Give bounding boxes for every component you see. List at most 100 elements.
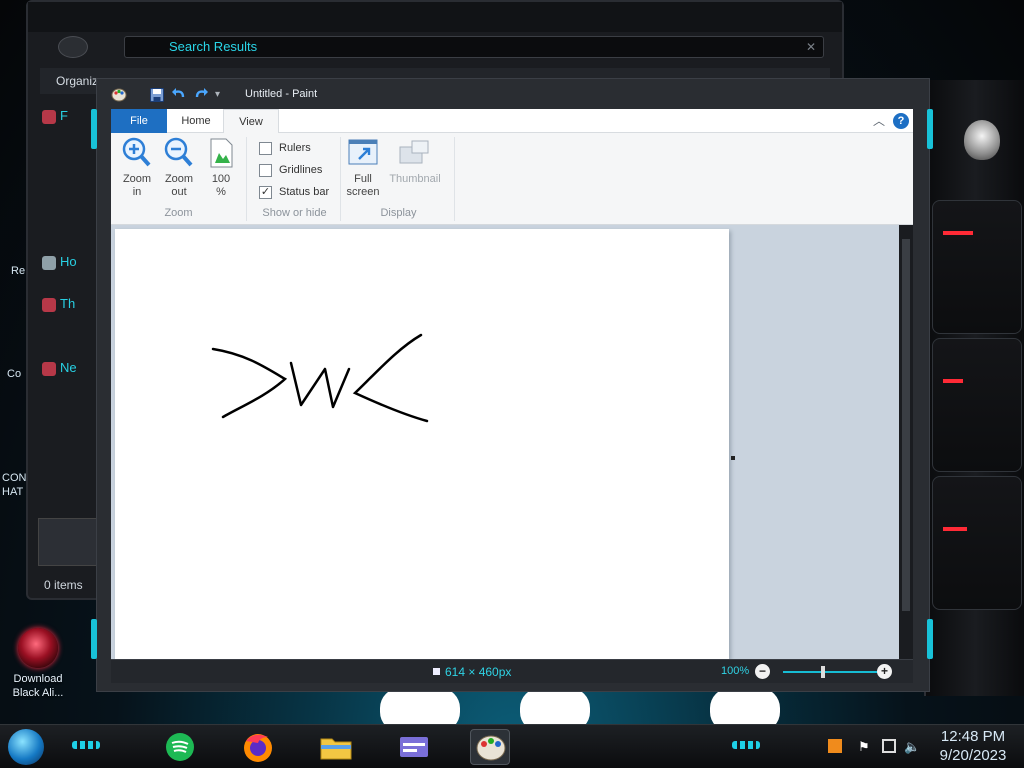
zoom-out-button[interactable]: Zoom out	[161, 137, 197, 199]
canvas-drawing	[211, 333, 429, 423]
gadget-bar	[943, 231, 973, 235]
full-screen-icon	[348, 139, 378, 165]
gridlines-label: Gridlines	[279, 164, 323, 176]
display-group: Full screen Thumbnail Display	[343, 137, 455, 221]
network-icon[interactable]	[882, 739, 896, 753]
drawing-canvas[interactable]	[115, 229, 729, 659]
explorer-back-button[interactable]	[58, 36, 88, 58]
magnifier-plus-icon	[122, 137, 151, 167]
show-hide-group: Rulers Gridlines ✓ Status bar Show or hi…	[249, 137, 341, 221]
help-icon[interactable]: ?	[893, 113, 909, 129]
taskbar-app-paint[interactable]	[470, 729, 510, 765]
tab-file[interactable]: File	[111, 109, 167, 133]
explorer-address-bar[interactable]: Search Results	[124, 36, 824, 58]
checkbox-box[interactable]	[259, 164, 272, 177]
freehand-stroke	[211, 347, 288, 419]
zoom-out-small-button[interactable]: −	[755, 664, 770, 679]
rulers-label: Rulers	[279, 142, 311, 154]
clock-date: 9/20/2023	[939, 747, 1007, 764]
explorer-title-bar[interactable]	[28, 2, 842, 32]
paint-workspace[interactable]	[111, 225, 913, 659]
zoom-slider[interactable]	[783, 671, 883, 673]
home-icon	[42, 256, 56, 270]
freehand-stroke	[352, 333, 429, 423]
checkmark-icon[interactable]: ✓	[259, 186, 272, 199]
freehand-stroke	[289, 361, 351, 409]
zoom-group-label: Zoom	[164, 207, 193, 219]
thumbnail-button[interactable]: Thumbnail	[383, 137, 447, 186]
paint-title-bar[interactable]: ▾ Untitled - Paint	[109, 83, 919, 107]
desktop-icon-download-alienware[interactable]: Download Black Ali...	[8, 628, 68, 700]
canvas-size-icon	[433, 668, 440, 675]
tab-view[interactable]: View	[223, 109, 279, 133]
collapse-ribbon-icon[interactable]: ︿	[873, 112, 885, 129]
desktop-icon-label: Download	[13, 673, 63, 685]
taskbar-app-firefox[interactable]	[238, 729, 278, 765]
zoom-out-label: Zoom	[164, 173, 194, 185]
full-screen-label: Full	[354, 173, 372, 185]
alien-head-icon	[964, 120, 1000, 160]
paint-palette-icon	[111, 88, 127, 102]
gadget-card-network	[932, 476, 1022, 610]
taskbar-app-file-explorer[interactable]	[316, 729, 356, 765]
tray-app-icon[interactable]	[828, 739, 842, 753]
undo-arrow-icon[interactable]	[171, 87, 187, 103]
taskbar-app-generic[interactable]	[394, 729, 434, 765]
page-icon	[210, 138, 233, 168]
magnifier-minus-icon	[164, 137, 193, 167]
window-frame-accent	[927, 619, 933, 659]
full-screen-label: screen	[346, 186, 380, 198]
taskbar-app-spotify[interactable]	[160, 729, 200, 765]
zoom-slider-thumb[interactable]	[821, 666, 825, 678]
zoom-in-button[interactable]: Zoom in	[119, 137, 155, 199]
desktop-edge-label: CON	[2, 472, 27, 484]
network-icon	[42, 362, 56, 376]
gadget-bar	[943, 379, 963, 383]
hundred-percent-label: %	[216, 186, 226, 198]
organize-menu[interactable]: Organiz	[56, 74, 98, 88]
zoom-level-text: 100%	[721, 665, 750, 677]
taskbar-clock[interactable]: 12:48 PM 9/20/2023	[934, 727, 1012, 765]
volume-icon[interactable]: 🔈	[904, 739, 920, 754]
nav-item[interactable]: Ne	[60, 360, 77, 378]
zoom-in-small-button[interactable]: +	[877, 664, 892, 679]
scrollbar-thumb[interactable]	[902, 239, 910, 611]
explorer-thumbnail	[38, 518, 98, 566]
paint-window[interactable]: ▾ Untitled - Paint File Home View ︿ ? Zo…	[91, 78, 933, 692]
explorer-status-text: 0 items	[44, 578, 83, 592]
floppy-disk-icon[interactable]	[149, 87, 165, 103]
checkbox-box[interactable]	[259, 142, 272, 155]
folder-icon	[320, 738, 352, 760]
thumbnail-label: Thumbnail	[389, 173, 441, 185]
paint-status-bar: 614 × 460px 100% − +	[111, 659, 913, 683]
full-screen-button[interactable]: Full screen	[345, 137, 381, 199]
redo-arrow-icon[interactable]	[193, 87, 209, 103]
display-group-label: Display	[380, 207, 417, 219]
taskbar-decoration	[732, 741, 760, 749]
zoom-in-label: Zoom	[122, 173, 152, 185]
flag-icon[interactable]: ⚑	[858, 739, 872, 754]
nav-item[interactable]: Th	[60, 296, 75, 314]
ribbon-tabs: File Home View ︿ ?	[111, 109, 913, 133]
canvas-resize-handle[interactable]	[731, 456, 735, 460]
zoom-in-label: in	[132, 186, 142, 198]
vertical-scrollbar[interactable]	[899, 225, 913, 659]
show-hide-group-label: Show or hide	[262, 207, 327, 219]
chevron-down-icon[interactable]: ▾	[215, 89, 231, 105]
start-button[interactable]	[8, 729, 44, 765]
nav-item[interactable]: F	[60, 108, 68, 126]
window-app-icon	[400, 737, 428, 757]
nav-item[interactable]: Ho	[60, 254, 77, 272]
ribbon-view: Zoom in Zoom out 100 % Zoom Rulers Gridl…	[111, 133, 913, 225]
hundred-percent-button[interactable]: 100 %	[203, 137, 239, 199]
status-bar-label: Status bar	[279, 186, 330, 198]
hundred-percent-label: 100	[211, 173, 231, 185]
close-icon[interactable]: ✕	[806, 40, 816, 54]
desktop-icon-label: Black Ali...	[12, 687, 64, 699]
tab-home[interactable]: Home	[169, 109, 223, 133]
window-frame-accent	[927, 109, 933, 149]
alien-head-icon	[18, 628, 58, 668]
window-frame-accent	[91, 109, 97, 149]
pc-icon	[42, 298, 56, 312]
folder-icon	[42, 110, 56, 124]
